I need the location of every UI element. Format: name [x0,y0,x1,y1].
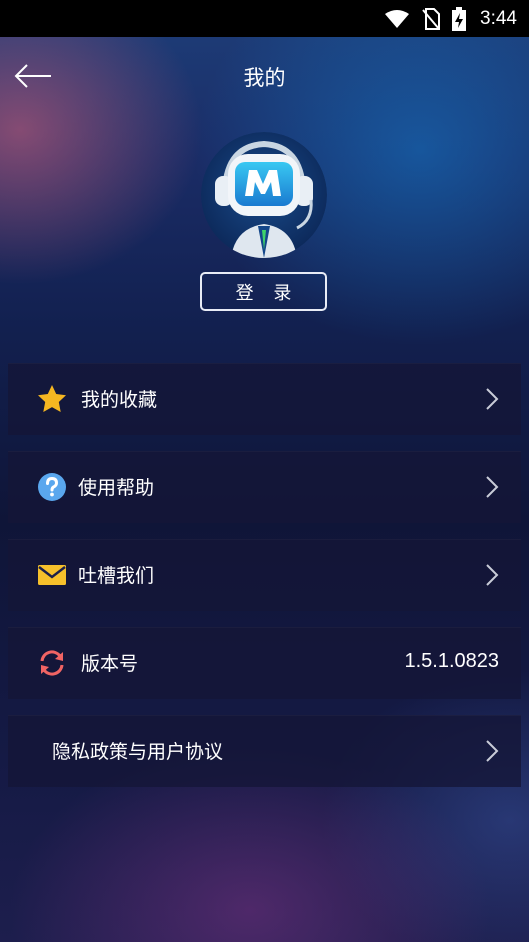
help-icon [36,471,68,503]
status-time: 3:44 [480,7,517,29]
chevron-right-icon [486,476,499,498]
mail-icon [36,559,68,591]
refresh-icon [36,647,68,679]
menu-item-favorites[interactable]: 我的收藏 [8,363,521,435]
chevron-right-icon [486,388,499,410]
menu-item-version: 版本号 1.5.1.0823 [8,627,521,699]
page-title: 我的 [243,66,286,90]
menu-item-privacy-policy[interactable]: 隐私政策与用户协议 [8,715,521,787]
battery-charging-icon [452,6,467,31]
menu-item-label: 吐槽我们 [78,565,155,587]
chevron-right-icon [486,740,499,762]
robot-mascot-icon [201,132,327,258]
menu-item-help[interactable]: 使用帮助 [8,451,521,523]
version-value: 1.5.1.0823 [404,650,499,672]
chevron-right-icon [486,564,499,586]
status-bar: 3:44 [0,0,529,37]
login-button[interactable]: 登 录 [200,272,327,311]
avatar[interactable] [201,132,327,258]
menu-item-label: 版本号 [81,653,139,675]
status-icons: 3:44 [384,6,517,31]
menu-item-label: 我的收藏 [81,389,158,411]
no-sim-icon [422,7,441,30]
menu-item-feedback[interactable]: 吐槽我们 [8,539,521,611]
menu-item-label: 隐私政策与用户协议 [52,741,224,763]
menu-item-label: 使用帮助 [78,477,155,499]
star-icon [36,383,68,415]
wifi-icon [385,9,410,28]
